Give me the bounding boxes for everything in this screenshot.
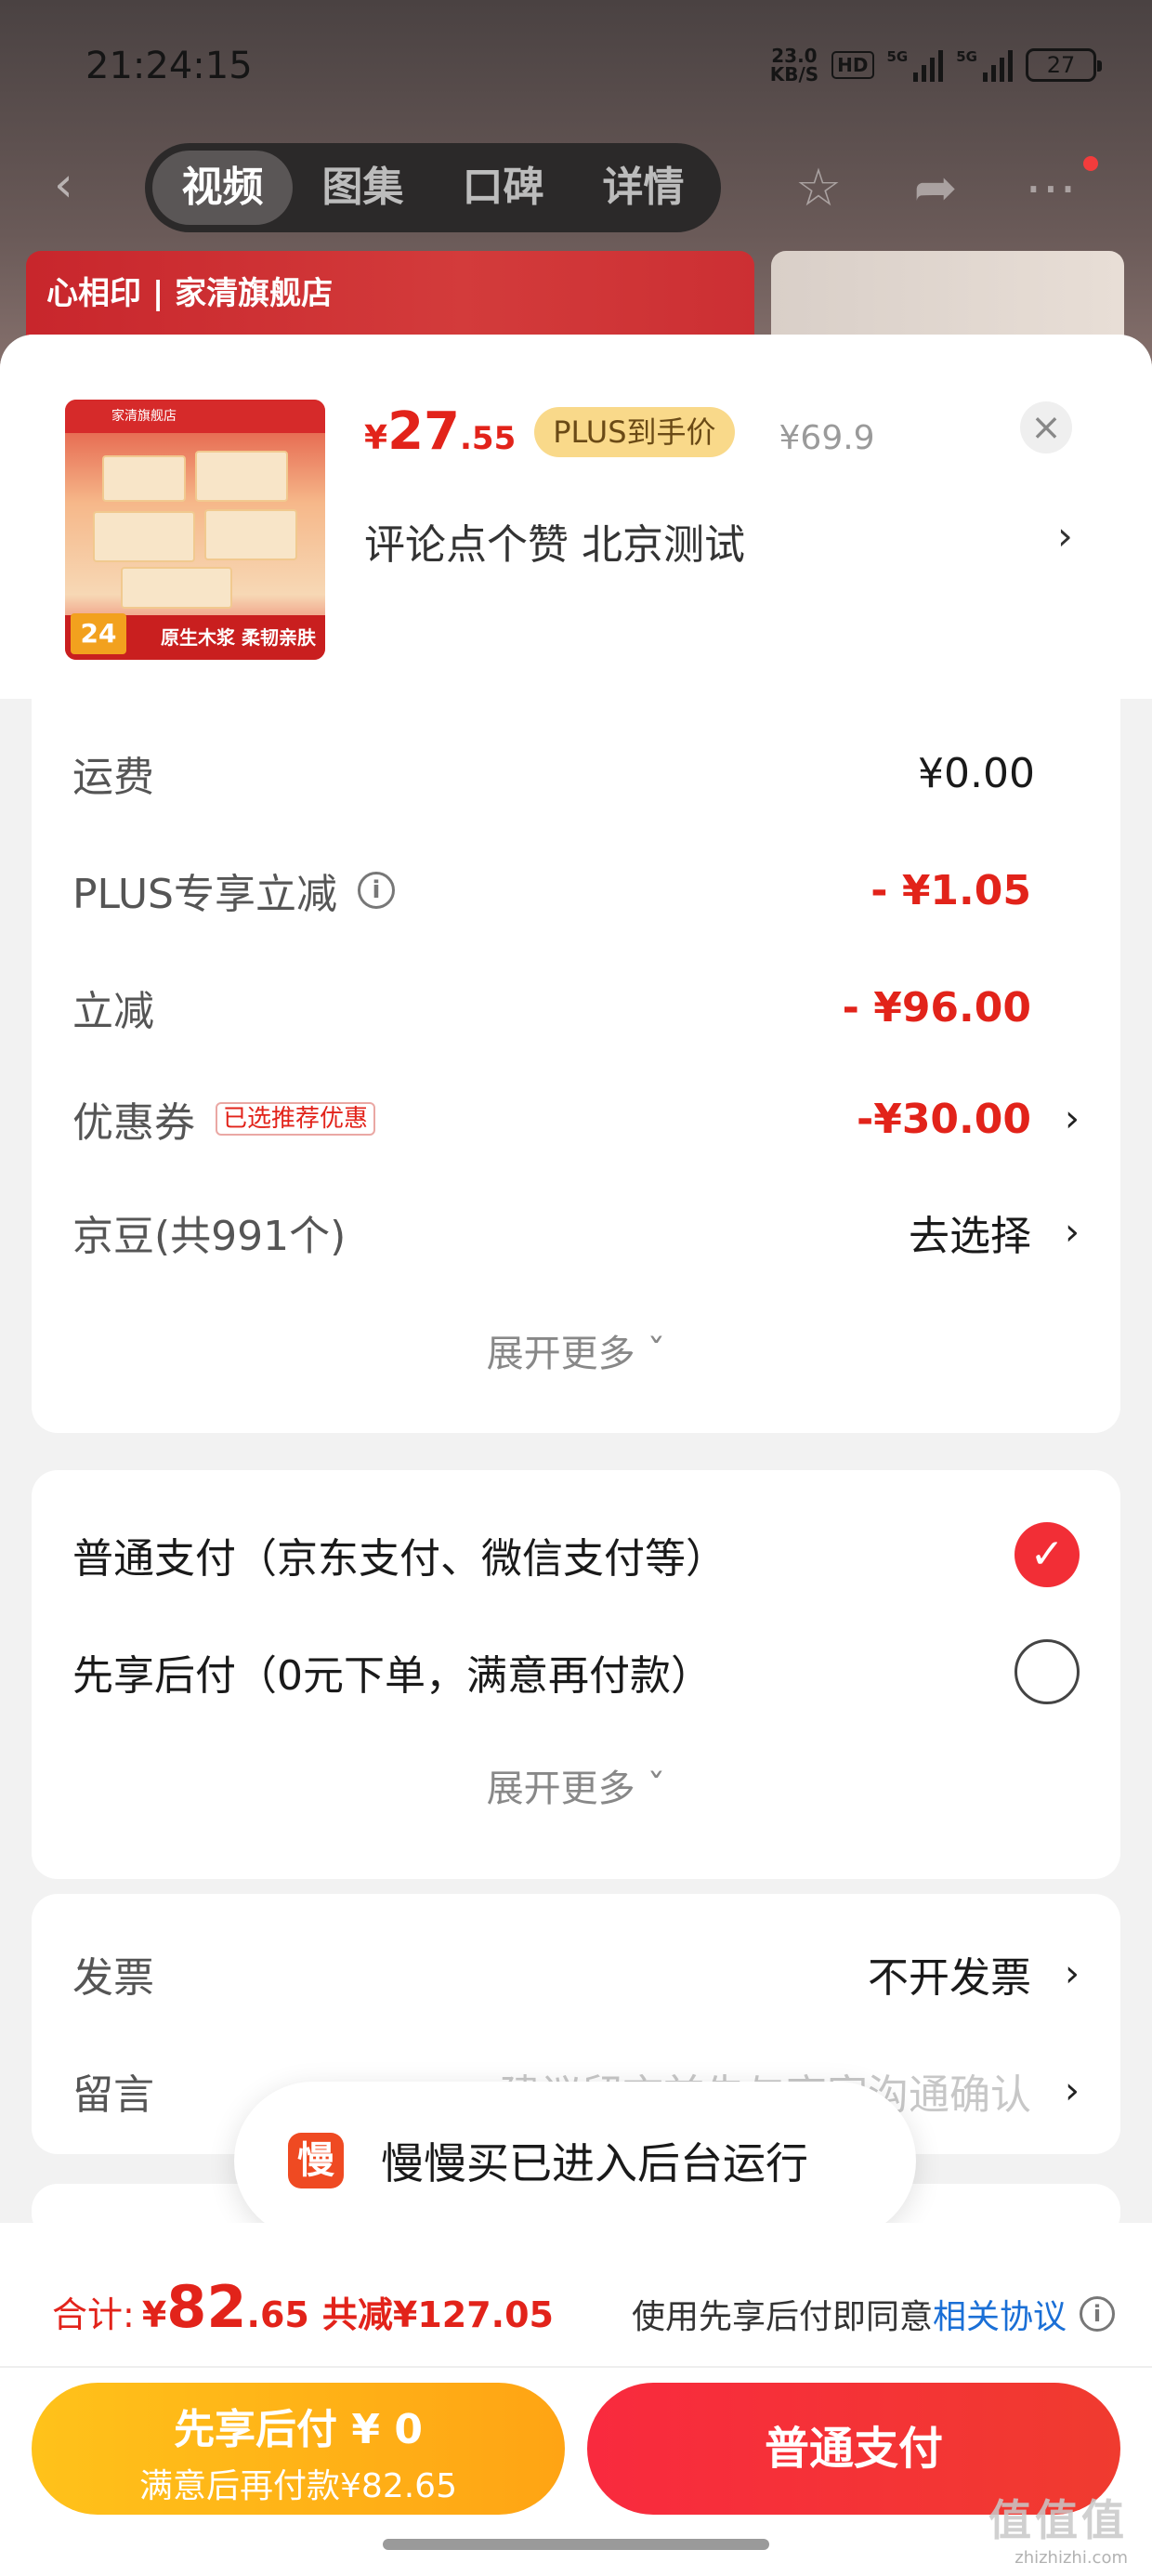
payment-option-normal[interactable]: 普通支付（京东支付、微信支付等） ✓: [72, 1522, 1080, 1587]
plus-discount-value: - ¥1.05: [871, 866, 1031, 914]
total-integer: 82: [166, 2273, 247, 2341]
tab-video[interactable]: 视频: [152, 151, 293, 225]
checked-icon[interactable]: ✓: [1015, 1522, 1080, 1587]
shipping-value: ¥0.00: [918, 749, 1035, 797]
expand-more-button[interactable]: 展开更多 ˇ: [32, 1758, 1120, 1812]
info-icon[interactable]: i: [358, 872, 395, 909]
product-header: 家清旗舰店 原生木浆 柔韧亲肤 24 ¥ 27 .55 PLUS到手价 ¥69.…: [0, 335, 1152, 699]
total-saved: 共减¥127.05: [321, 2294, 554, 2335]
signal-icon: 5G: [887, 48, 944, 82]
total-decimal: .65: [246, 2294, 309, 2335]
banner-brand: 心相印 | 家清旗舰店: [46, 275, 334, 312]
invoice-value: 不开发票: [868, 1954, 1031, 2002]
coupon-tag: 已选推荐优惠: [216, 1102, 376, 1136]
chevron-right-icon[interactable]: ›: [1065, 1952, 1080, 1995]
pay-later-button[interactable]: 先享后付 ¥ 0 满意后再付款¥82.65: [32, 2383, 565, 2515]
payment-card: 普通支付（京东支付、微信支付等） ✓ 先享后付（0元下单，满意再付款） 展开更多…: [32, 1470, 1120, 1879]
more-icon[interactable]: ⋯: [1018, 156, 1083, 221]
agreement-link[interactable]: 相关协议: [933, 2290, 1067, 2338]
battery-icon: 27: [1026, 48, 1102, 82]
jingdou-row[interactable]: 京豆(共991个) 去选择 ›: [72, 1204, 1080, 1260]
divider: [0, 2366, 1152, 2368]
invoice-row[interactable]: 发票 不开发票 ›: [72, 1946, 1080, 2002]
jingdou-value[interactable]: 去选择: [909, 1203, 1031, 1262]
status-time: 21:24:15: [85, 45, 253, 87]
chevron-right-icon[interactable]: ›: [1065, 1097, 1080, 1140]
status-bar: 21:24:15 23.0 KB/S HD 5G 5G 27: [0, 0, 1152, 139]
product-title[interactable]: 评论点个赞 北京测试: [364, 511, 745, 571]
fees-card: 运费 ¥0.00 PLUS专享立减 i - ¥1.05 立减 - ¥96.00 …: [32, 699, 1120, 1433]
original-price: ¥69.9: [779, 419, 875, 457]
plus-discount-row: PLUS专享立减 i - ¥1.05: [72, 866, 1031, 919]
price-integer: 27: [387, 401, 460, 462]
net-speed: 23.0 KB/S: [769, 45, 819, 85]
status-icons: 23.0 KB/S HD 5G 5G 27: [769, 45, 1102, 85]
price-decimal: .55: [460, 420, 517, 457]
tab-gallery[interactable]: 图集: [293, 151, 433, 225]
notification-dot: [1083, 156, 1098, 171]
price-row: ¥ 27 .55 PLUS到手价 ¥69.9: [364, 401, 875, 462]
unchecked-radio-icon[interactable]: [1015, 1639, 1080, 1704]
toast-message: 慢慢买已进入后台运行: [381, 2138, 808, 2188]
coupon-row[interactable]: 优惠券 已选推荐优惠 -¥30.00 ›: [72, 1091, 1080, 1148]
home-indicator[interactable]: [383, 2539, 769, 2550]
back-icon[interactable]: ‹: [54, 160, 100, 210]
plus-price-badge: PLUS到手价: [534, 406, 735, 457]
shipping-row: 运费 ¥0.00: [72, 749, 1035, 802]
tab-reviews[interactable]: 口碑: [433, 151, 573, 225]
manmanmai-app-icon: 慢: [288, 2133, 344, 2188]
checkout-footer: 合计: ¥ 82 .65 共减¥127.05 使用先享后付即同意 相关协议 i …: [0, 2223, 1152, 2576]
instant-discount-row: 立减 - ¥96.00: [72, 983, 1031, 1036]
nav-tabs: 视频 图集 口碑 详情: [145, 143, 721, 232]
hd-icon: HD: [831, 51, 874, 79]
coupon-value: -¥30.00: [856, 1095, 1031, 1143]
product-nav: ‹ 视频 图集 口碑 详情 ☆ ➦ ⋯: [0, 139, 1152, 232]
watermark: 值值值 zhizhizhi.com: [988, 2495, 1128, 2568]
expand-more-button[interactable]: 展开更多 ˇ: [32, 1323, 1120, 1377]
instant-discount-value: - ¥96.00: [842, 983, 1031, 1032]
chevron-right-icon[interactable]: ›: [1057, 513, 1073, 559]
agreement-text: 使用先享后付即同意 相关协议 i: [632, 2290, 1115, 2338]
chevron-right-icon[interactable]: ›: [1065, 1211, 1080, 1254]
star-icon[interactable]: ☆: [786, 156, 851, 221]
toast-notification: 慢 慢慢买已进入后台运行: [234, 2082, 916, 2240]
chevron-right-icon[interactable]: ›: [1065, 2070, 1080, 2112]
close-icon[interactable]: ×: [1020, 401, 1072, 453]
signal-icon-2: 5G: [956, 48, 1013, 82]
tab-details[interactable]: 详情: [573, 151, 713, 225]
share-icon[interactable]: ➦: [903, 156, 968, 221]
total-row: 合计: ¥ 82 .65 共减¥127.05: [52, 2273, 554, 2341]
info-icon[interactable]: i: [1080, 2296, 1115, 2332]
product-image: 家清旗舰店 原生木浆 柔韧亲肤 24: [65, 400, 325, 660]
payment-option-later[interactable]: 先享后付（0元下单，满意再付款）: [72, 1639, 1080, 1704]
